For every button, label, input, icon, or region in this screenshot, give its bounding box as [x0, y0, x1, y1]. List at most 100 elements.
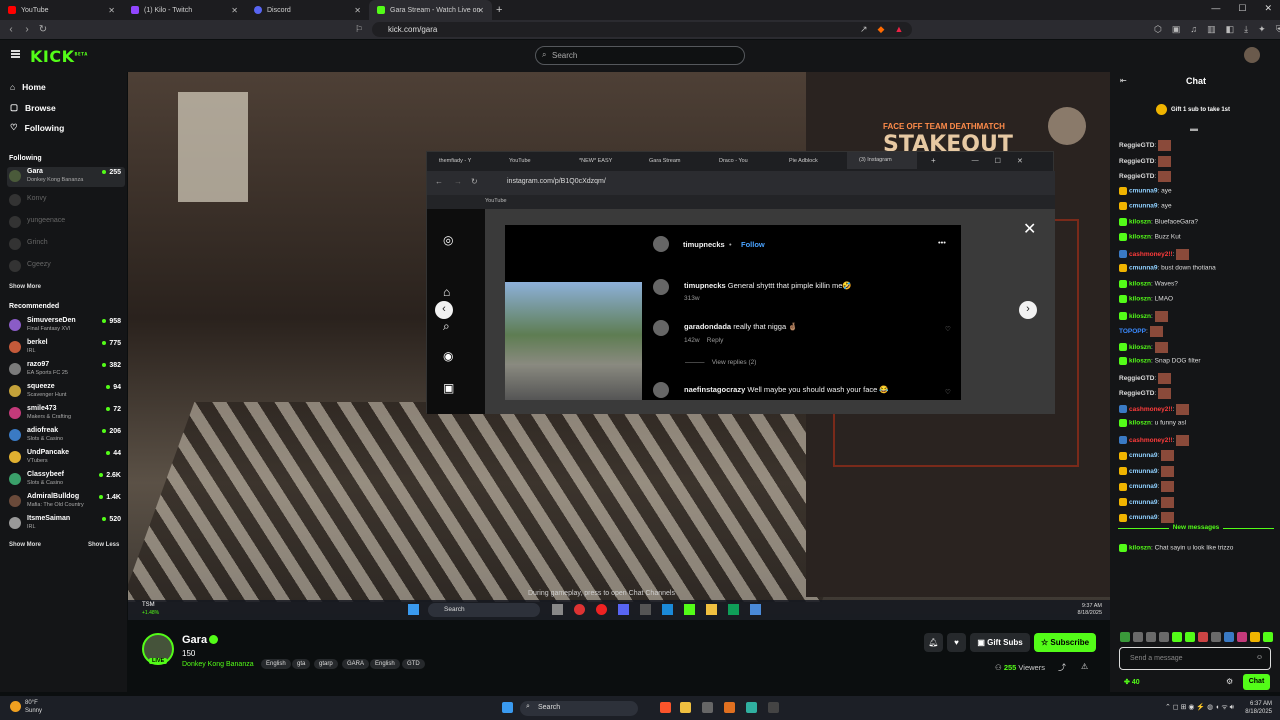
window-close-button[interactable]: ✕	[1264, 3, 1272, 14]
close-icon[interactable]: ✕	[108, 6, 115, 15]
chat-username[interactable]: kiloszn	[1129, 358, 1151, 365]
channel-points[interactable]: ✤ 40	[1124, 678, 1140, 686]
app-icon[interactable]	[746, 702, 757, 713]
emote[interactable]	[1211, 632, 1221, 642]
emote[interactable]	[1158, 171, 1172, 182]
avatar[interactable]	[653, 382, 669, 398]
chat-username[interactable]: kiloszn	[1129, 234, 1151, 241]
emote[interactable]	[1158, 140, 1172, 151]
home-icon[interactable]: ⌂	[443, 285, 450, 299]
recommended-channel[interactable]: ItsmeSaiman IRL 520	[7, 514, 125, 534]
emote[interactable]	[1133, 632, 1143, 642]
chat-username[interactable]: kiloszn	[1129, 420, 1151, 427]
emote[interactable]	[1120, 632, 1130, 642]
ig-browser-tab[interactable]: (3) Instagram	[847, 152, 917, 169]
emote[interactable]	[1149, 326, 1163, 337]
sidebar-item-home[interactable]: ⌂ Home	[10, 82, 46, 92]
maximize-button[interactable]: ☐	[995, 157, 1001, 165]
emote[interactable]	[1158, 155, 1172, 167]
like-icon[interactable]: ♡	[945, 388, 951, 396]
ig-browser-tab[interactable]: themfiady - Y	[427, 158, 497, 164]
recommended-channel[interactable]: squeeze Scavenger Hunt 94	[7, 382, 125, 402]
app-icon[interactable]	[768, 702, 779, 713]
extension-icon[interactable]: ⬡	[1154, 24, 1162, 35]
emote[interactable]	[1224, 632, 1234, 642]
explore-icon[interactable]: ◉	[443, 349, 453, 363]
emote[interactable]	[1198, 632, 1208, 642]
chat-username[interactable]: TOPOPP	[1119, 328, 1146, 335]
sidebar-item-following[interactable]: ♡ Following	[10, 122, 64, 133]
back-button[interactable]: ‹	[3, 24, 19, 35]
gear-icon[interactable]: ⚙	[1226, 677, 1233, 686]
following-channel[interactable]: Grinch	[7, 235, 125, 255]
pinned-icon[interactable]: ▬	[1190, 124, 1198, 133]
stream-tag[interactable]: gta	[292, 659, 311, 669]
minimize-button[interactable]: —	[1211, 3, 1220, 14]
minimize-button[interactable]: —	[972, 157, 979, 164]
chat-username[interactable]: kiloszn	[1129, 280, 1151, 287]
recommended-channel[interactable]: AdmiralBulldog Mafia: The Old Country 1.4K	[7, 492, 125, 512]
new-tab-button[interactable]: +	[931, 156, 936, 165]
recommended-channel[interactable]: adiofreak Slots & Casino 206	[7, 426, 125, 446]
stream-tag[interactable]: English	[370, 659, 400, 669]
taskbar-search[interactable]: ⌕ Search	[520, 701, 638, 716]
menu-icon[interactable]	[11, 50, 20, 58]
avatar[interactable]	[653, 279, 669, 295]
emoji-icon[interactable]: ☺	[1256, 654, 1263, 661]
chat-username[interactable]: cmunna9	[1129, 187, 1158, 194]
browser-tab-youtube[interactable]: YouTube ✕	[0, 0, 123, 20]
browser-tab-twitch[interactable]: (1) Kilo - Twitch ✕	[123, 0, 246, 20]
store-icon[interactable]	[702, 702, 713, 713]
emote[interactable]	[1161, 512, 1175, 523]
kick-logo[interactable]: KICKBETA	[30, 47, 88, 66]
extension-icon[interactable]: ✦	[1258, 24, 1266, 35]
close-icon[interactable]: ✕	[477, 6, 484, 15]
chat-username[interactable]: cashmoney2!!	[1129, 437, 1173, 444]
browser-tab-discord[interactable]: Discord ✕	[246, 0, 369, 20]
app-icon[interactable]	[724, 702, 735, 713]
emote[interactable]	[1154, 310, 1168, 322]
ig-post-photo[interactable]	[505, 282, 642, 400]
brave-shield-icon[interactable]: ◆	[878, 24, 885, 35]
chat-username[interactable]: cmunna9	[1129, 452, 1158, 459]
chat-username[interactable]: kiloszn	[1129, 218, 1151, 225]
brave-rewards-icon[interactable]: ▲	[894, 24, 903, 35]
chat-username[interactable]: cashmoney2!!	[1129, 251, 1173, 258]
gift-subs-button[interactable]: ▣ Gift Subs	[970, 633, 1030, 652]
chat-username[interactable]: ReggieGTD	[1119, 142, 1154, 149]
reload-button[interactable]: ↻	[471, 177, 478, 186]
recommended-channel[interactable]: UndPancake VTubers 44	[7, 448, 125, 468]
ig-browser-tab[interactable]: YouTube	[497, 158, 567, 164]
ig-browser-tab[interactable]: Draco - You	[707, 158, 777, 164]
send-chat-button[interactable]: Chat	[1243, 674, 1270, 690]
emote[interactable]	[1161, 465, 1175, 477]
bookmark-icon[interactable]: ⚐	[355, 24, 363, 35]
search-input[interactable]: ⌕ Search	[535, 46, 745, 65]
user-avatar[interactable]	[1244, 47, 1260, 63]
vpn-icon[interactable]: ⛨	[1276, 24, 1280, 35]
more-icon[interactable]: •••	[938, 238, 946, 247]
stream-tag[interactable]: GARA	[342, 659, 370, 669]
chat-username[interactable]: ReggieGTD	[1119, 375, 1154, 382]
follow-heart-button[interactable]: ♥	[947, 633, 966, 652]
ig-browser-tab[interactable]: *NEW* EASY	[567, 158, 637, 164]
emote[interactable]	[1172, 632, 1182, 642]
prev-post-button[interactable]: ‹	[435, 301, 453, 319]
stream-category[interactable]: Donkey Kong Bananza	[182, 661, 254, 668]
chat-username[interactable]: kiloszn	[1129, 344, 1151, 351]
recommended-channel[interactable]: SimuverseDen Final Fantasy XVI 958	[7, 316, 125, 336]
show-more-button[interactable]: Show More	[9, 284, 41, 290]
forward-button[interactable]: ›	[19, 24, 35, 35]
folder-icon[interactable]	[680, 702, 691, 713]
gift-sub-banner[interactable]: Gift 1 sub to take 1st	[1156, 104, 1230, 115]
reels-icon[interactable]: ▣	[443, 381, 454, 395]
stream-tag[interactable]: GTD	[402, 659, 425, 669]
chat-username[interactable]: ReggieGTD	[1119, 173, 1154, 180]
bookmark-item[interactable]: YouTube	[485, 198, 507, 204]
following-channel[interactable]: yungeenace	[7, 213, 125, 233]
subscribe-button[interactable]: ☆ Subscribe	[1034, 633, 1096, 652]
collapse-chat-icon[interactable]: ⇤	[1120, 76, 1127, 85]
chat-input[interactable]: Send a message ☺	[1119, 647, 1271, 670]
system-tray-icons[interactable]: ⌃ ◻ ⊞ ◉ ⚡ ◍ ◖ ᯤ 🔊︎	[1165, 703, 1234, 712]
following-channel[interactable]: Konvy	[7, 191, 125, 211]
